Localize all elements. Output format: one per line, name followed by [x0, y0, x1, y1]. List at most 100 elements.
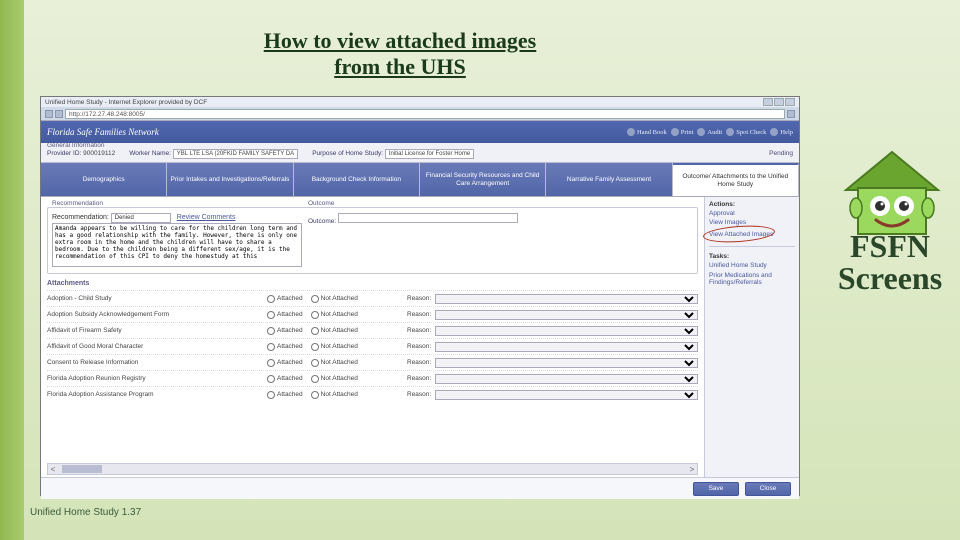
reason-select[interactable]	[435, 342, 698, 352]
attachment-name: Florida Adoption Assistance Program	[47, 391, 267, 398]
purpose-label: Purpose of Home Study:	[312, 150, 383, 157]
outcome-title: Outcome	[308, 200, 693, 207]
scroll-left-icon[interactable]: <	[48, 464, 58, 474]
status-text: Pending	[769, 150, 793, 157]
menu-spotcheck[interactable]: Spot Check	[726, 128, 766, 136]
content-pane: Recommendation Recommendation: Denied Re…	[41, 197, 704, 477]
not-attached-radio[interactable]: Not Attached	[311, 359, 358, 367]
side-label: FSFN Screens	[830, 230, 950, 294]
attachment-name: Adoption Subsidy Acknowledgement Form	[47, 311, 267, 318]
reason-select[interactable]	[435, 294, 698, 304]
tab-financial[interactable]: Financial Security Resources and Child C…	[420, 163, 546, 196]
not-attached-radio[interactable]: Not Attached	[311, 311, 358, 319]
recommendation-select[interactable]: Denied	[111, 213, 171, 223]
tab-narrative[interactable]: Narrative Family Assessment	[546, 163, 672, 196]
action-approval[interactable]: Approval	[709, 210, 795, 217]
save-button[interactable]: Save	[693, 482, 739, 496]
attachment-row: Affidavit of Firearm SafetyAttachedNot A…	[47, 322, 698, 338]
worker-name-select[interactable]: YBL LTE LSA (20FKID FAMILY SAFETY DA	[173, 149, 298, 159]
attachment-row: Affidavit of Good Moral CharacterAttache…	[47, 338, 698, 354]
tasks-header: Tasks:	[709, 253, 795, 260]
attachment-row: Adoption - Child StudyAttachedNot Attach…	[47, 290, 698, 306]
worker-name-label: Worker Name:	[129, 150, 171, 157]
outcome-label: Outcome:	[308, 218, 336, 225]
tab-demographics[interactable]: Demographics	[41, 163, 167, 196]
attachment-row: Adoption Subsidy Acknowledgement FormAtt…	[47, 306, 698, 322]
window-controls[interactable]	[763, 98, 795, 106]
reason-label: Reason:	[407, 295, 431, 302]
task-prior-med[interactable]: Prior Medications and Findings/Referrals	[709, 272, 795, 287]
address-bar[interactable]: http://172.27.48.248:8005/	[65, 109, 785, 119]
horizontal-scrollbar[interactable]: < >	[47, 463, 698, 475]
action-view-attached-images[interactable]: View Attached Images	[709, 231, 773, 238]
general-info-bar: General Information Provider ID: 9000191…	[41, 143, 799, 163]
attachment-row: Florida Adoption Assistance ProgramAttac…	[47, 386, 698, 402]
tab-outcome-attachments[interactable]: Outcome/ Attachments to the Unified Home…	[673, 163, 799, 196]
nav-forward-button[interactable]	[55, 110, 63, 118]
close-button[interactable]: Close	[745, 482, 791, 496]
attached-radio[interactable]: Attached	[267, 343, 303, 351]
recommendation-label: Recommendation:	[52, 214, 109, 221]
audit-icon	[697, 128, 705, 136]
attached-radio[interactable]: Attached	[267, 295, 303, 303]
task-uhs[interactable]: Unified Home Study	[709, 262, 795, 269]
nav-back-button[interactable]	[45, 110, 53, 118]
not-attached-radio[interactable]: Not Attached	[311, 327, 358, 335]
reason-label: Reason:	[407, 375, 431, 382]
outcome-select[interactable]	[338, 213, 518, 223]
not-attached-radio[interactable]: Not Attached	[311, 375, 358, 383]
attachments-heading: Attachments	[47, 280, 698, 287]
tab-prior-intakes[interactable]: Prior Intakes and Investigations/Referra…	[167, 163, 293, 196]
attachment-name: Florida Adoption Reunion Registry	[47, 375, 267, 382]
not-attached-radio[interactable]: Not Attached	[311, 295, 358, 303]
tab-background-check[interactable]: Background Check Information	[294, 163, 420, 196]
attachment-name: Consent to Release Information	[47, 359, 267, 366]
reason-label: Reason:	[407, 391, 431, 398]
tab-strip: Demographics Prior Intakes and Investiga…	[41, 163, 799, 197]
slide-title: How to view attached images from the UHS	[200, 28, 600, 81]
scroll-right-icon[interactable]: >	[687, 464, 697, 474]
nav-go-button[interactable]	[787, 110, 795, 118]
reason-select[interactable]	[435, 358, 698, 368]
recommendation-title: Recommendation	[52, 200, 302, 207]
review-comments-link[interactable]: Review Comments	[177, 214, 236, 221]
reason-select[interactable]	[435, 310, 698, 320]
purpose-select[interactable]: Initial License for Foster Home	[385, 149, 474, 159]
attached-radio[interactable]: Attached	[267, 375, 303, 383]
not-attached-radio[interactable]: Not Attached	[311, 343, 358, 351]
attached-radio[interactable]: Attached	[267, 311, 303, 319]
scrollbar-thumb[interactable]	[62, 465, 102, 473]
help-icon	[770, 128, 778, 136]
not-attached-radio[interactable]: Not Attached	[311, 391, 358, 399]
reason-select[interactable]	[435, 374, 698, 384]
fsfn-screenshot: Unified Home Study - Internet Explorer p…	[40, 96, 800, 496]
check-icon	[726, 128, 734, 136]
attached-radio[interactable]: Attached	[267, 359, 303, 367]
menu-handbook[interactable]: Hand Book	[627, 128, 667, 136]
reason-label: Reason:	[407, 359, 431, 366]
slide-footer: Unified Home Study 1.37	[30, 507, 141, 518]
menu-print[interactable]: Print	[671, 128, 694, 136]
reason-label: Reason:	[407, 311, 431, 318]
button-bar: Save Close	[41, 477, 799, 499]
book-icon	[627, 128, 635, 136]
browser-toolbar: http://172.27.48.248:8005/	[41, 107, 799, 121]
app-brand-bar: Florida Safe Families Network Hand Book …	[41, 121, 799, 143]
provider-id-value: 900019112	[83, 150, 115, 157]
attachment-row: Florida Adoption Reunion RegistryAttache…	[47, 370, 698, 386]
reason-label: Reason:	[407, 327, 431, 334]
top-menu: Hand Book Print Audit Spot Check Help	[627, 128, 793, 136]
attached-radio[interactable]: Attached	[267, 327, 303, 335]
menu-help[interactable]: Help	[770, 128, 793, 136]
reason-label: Reason:	[407, 343, 431, 350]
attached-radio[interactable]: Attached	[267, 391, 303, 399]
browser-titlebar: Unified Home Study - Internet Explorer p…	[41, 97, 799, 107]
menu-audit[interactable]: Audit	[697, 128, 722, 136]
recommendation-textarea[interactable]	[52, 223, 302, 267]
print-icon	[671, 128, 679, 136]
reason-select[interactable]	[435, 326, 698, 336]
attachment-row: Consent to Release InformationAttached No…	[47, 354, 698, 370]
provider-id-label: Provider ID:	[47, 150, 81, 157]
slide-accent-bar	[0, 0, 24, 540]
reason-select[interactable]	[435, 390, 698, 400]
